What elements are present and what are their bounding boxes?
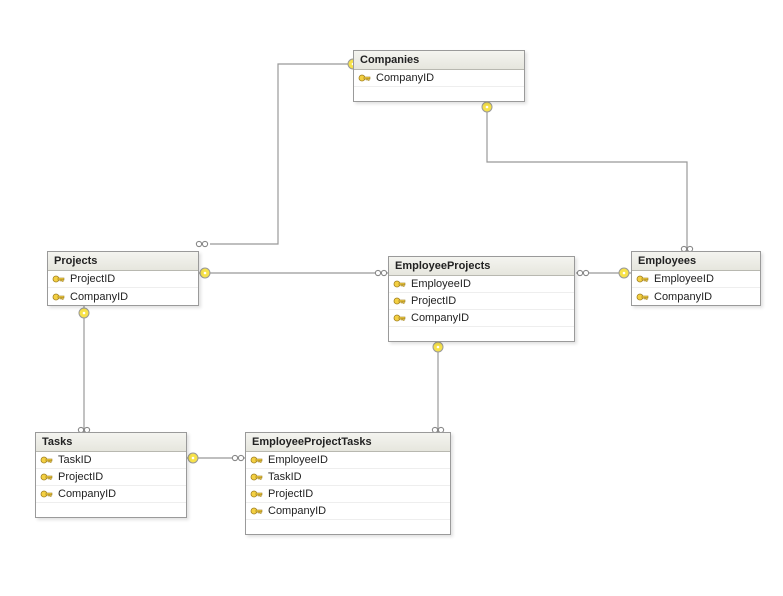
key-icon — [636, 273, 650, 285]
table-row — [246, 520, 450, 534]
key-icon — [393, 295, 407, 307]
table-row[interactable]: CompanyID — [389, 310, 574, 327]
table-tasks-title: Tasks — [36, 433, 186, 452]
key-icon — [250, 488, 264, 500]
key-icon — [52, 291, 66, 303]
column-label: ProjectID — [411, 295, 456, 307]
column-label: CompanyID — [268, 505, 326, 517]
column-label: EmployeeID — [268, 454, 328, 466]
key-icon — [358, 72, 372, 84]
table-row[interactable]: EmployeeID — [389, 276, 574, 293]
table-employees-title: Employees — [632, 252, 760, 271]
table-row[interactable]: EmployeeID — [246, 452, 450, 469]
column-label: ProjectID — [70, 273, 115, 285]
table-row[interactable]: ProjectID — [389, 293, 574, 310]
table-tasks[interactable]: Tasks TaskID ProjectID CompanyID — [35, 432, 187, 518]
key-icon — [250, 454, 264, 466]
table-row — [389, 327, 574, 341]
key-icon — [40, 471, 54, 483]
column-label: TaskID — [58, 454, 92, 466]
table-row[interactable]: TaskID — [246, 469, 450, 486]
table-employeeprojecttasks[interactable]: EmployeeProjectTasks EmployeeID TaskID P… — [245, 432, 451, 535]
table-employeeprojecttasks-title: EmployeeProjectTasks — [246, 433, 450, 452]
key-icon — [250, 471, 264, 483]
table-row[interactable]: ProjectID — [246, 486, 450, 503]
table-projects-title: Projects — [48, 252, 198, 271]
table-row[interactable]: ProjectID — [36, 469, 186, 486]
table-row[interactable]: CompanyID — [246, 503, 450, 520]
diagram-canvas: Companies CompanyID Projects ProjectID C… — [0, 0, 783, 596]
table-companies-title: Companies — [354, 51, 524, 70]
table-row[interactable]: EmployeeID — [632, 271, 760, 288]
key-icon — [636, 291, 650, 303]
table-row[interactable]: CompanyID — [632, 288, 760, 305]
table-projects[interactable]: Projects ProjectID CompanyID — [47, 251, 199, 306]
key-icon — [393, 278, 407, 290]
table-row[interactable]: CompanyID — [354, 70, 524, 87]
table-employees[interactable]: Employees EmployeeID CompanyID — [631, 251, 761, 306]
column-label: CompanyID — [654, 291, 712, 303]
table-row[interactable]: ProjectID — [48, 271, 198, 288]
column-label: TaskID — [268, 471, 302, 483]
column-label: ProjectID — [58, 471, 103, 483]
table-employeeprojects-title: EmployeeProjects — [389, 257, 574, 276]
table-row[interactable]: CompanyID — [48, 288, 198, 305]
column-label: ProjectID — [268, 488, 313, 500]
table-row — [354, 87, 524, 101]
table-row[interactable]: CompanyID — [36, 486, 186, 503]
column-label: CompanyID — [58, 488, 116, 500]
table-row[interactable]: TaskID — [36, 452, 186, 469]
key-icon — [40, 454, 54, 466]
column-label: EmployeeID — [654, 273, 714, 285]
table-employeeprojects[interactable]: EmployeeProjects EmployeeID ProjectID Co… — [388, 256, 575, 342]
table-row — [36, 503, 186, 517]
key-icon — [52, 273, 66, 285]
column-label: CompanyID — [411, 312, 469, 324]
column-label: EmployeeID — [411, 278, 471, 290]
key-icon — [40, 488, 54, 500]
column-label: CompanyID — [376, 72, 434, 84]
table-companies[interactable]: Companies CompanyID — [353, 50, 525, 102]
column-label: CompanyID — [70, 291, 128, 303]
key-icon — [393, 312, 407, 324]
key-icon — [250, 505, 264, 517]
